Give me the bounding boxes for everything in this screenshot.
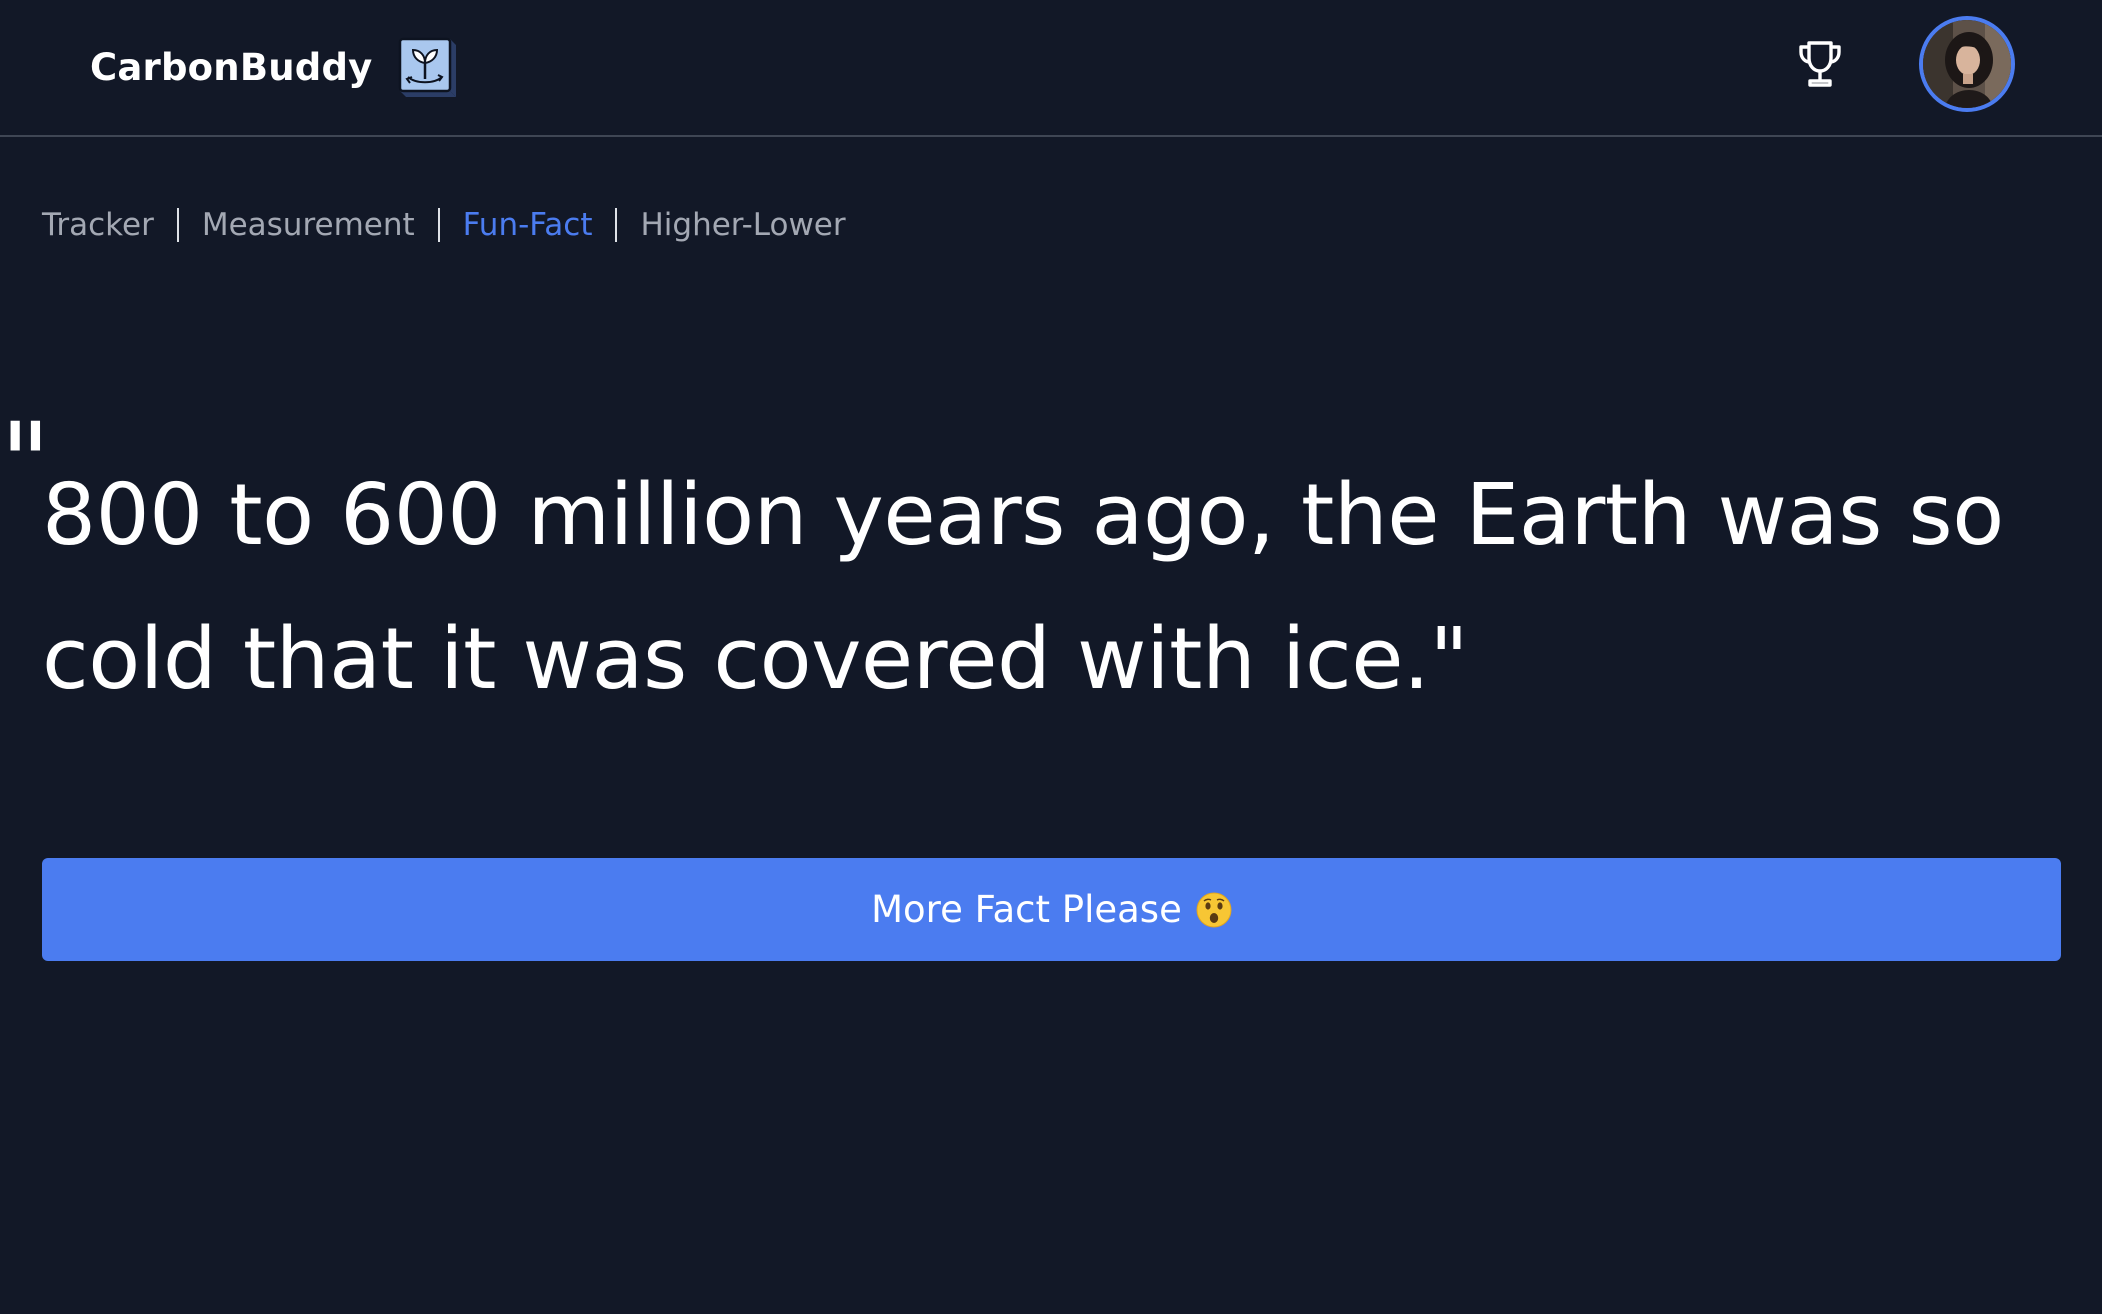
tab-measurement[interactable]: Measurement — [202, 207, 415, 243]
tab-tracker[interactable]: Tracker — [42, 207, 154, 243]
tab-divider — [437, 208, 440, 242]
brand-name: CarbonBuddy — [90, 45, 373, 89]
brand-logo-link[interactable]: CarbonBuddy — [90, 33, 458, 101]
user-avatar[interactable] — [1919, 16, 2015, 112]
astonished-face-icon — [1196, 892, 1232, 927]
more-fact-button-label: More Fact Please — [871, 888, 1182, 931]
tab-higher-lower[interactable]: Higher-Lower — [640, 207, 845, 243]
fun-fact-text: 800 to 600 million years ago, the Earth … — [42, 466, 2004, 709]
trophy-icon[interactable] — [1794, 38, 1846, 90]
plant-sprout-logo-icon — [399, 37, 457, 97]
more-fact-button[interactable]: More Fact Please — [42, 858, 2061, 961]
user-avatar-image — [1923, 20, 2011, 108]
tab-divider — [176, 208, 179, 242]
tab-fun-fact[interactable]: Fun-Fact — [463, 207, 593, 243]
tab-navigation: Tracker Measurement Fun-Fact Higher-Lowe… — [42, 202, 846, 248]
tab-divider — [615, 208, 618, 242]
top-navbar: CarbonBuddy — [0, 0, 2102, 137]
